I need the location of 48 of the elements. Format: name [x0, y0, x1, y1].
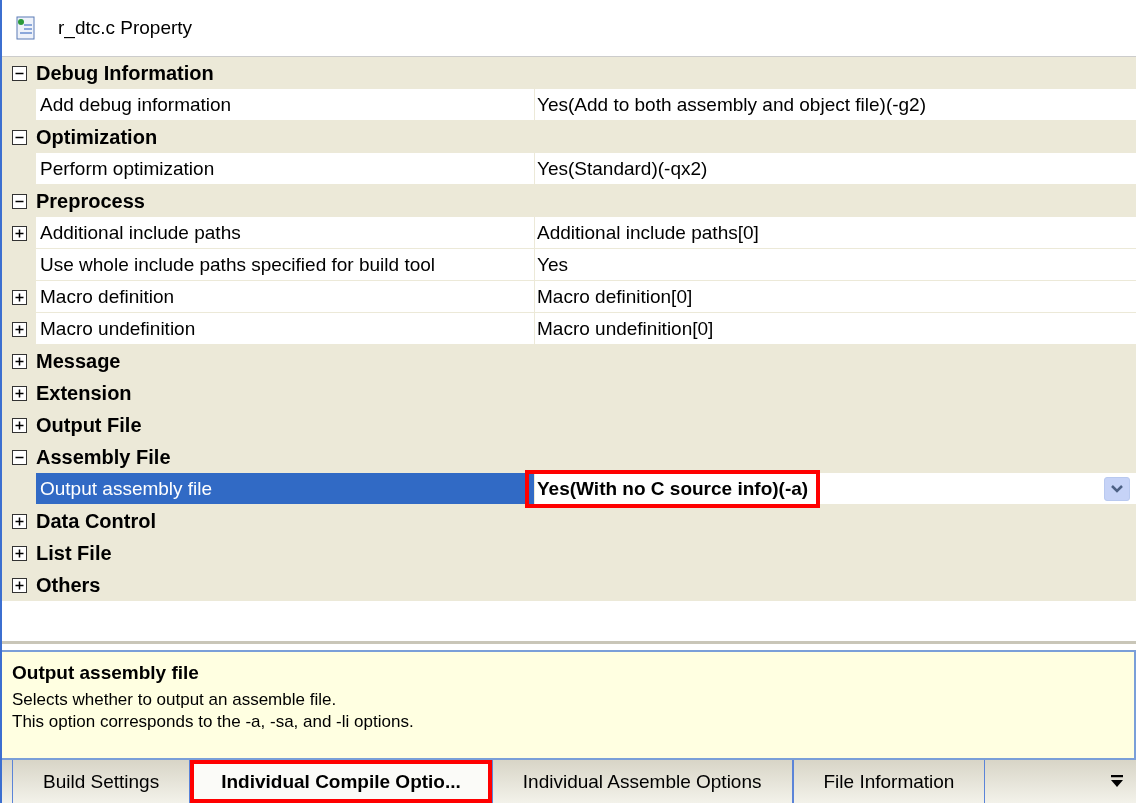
property-name[interactable]: Macro undefinition — [36, 313, 535, 345]
tab[interactable]: Individual Compile Optio... — [190, 760, 492, 803]
category-label[interactable]: List File — [36, 537, 112, 569]
description-text: Selects whether to output an assemble file. — [12, 690, 338, 710]
panel-title: r_dtc.c Property — [58, 17, 193, 39]
category-label[interactable]: Assembly File — [36, 441, 171, 473]
expand-icon[interactable] — [11, 289, 27, 305]
property-value: Yes — [536, 252, 569, 277]
property-name[interactable]: Use whole include paths specified for build tool — [36, 249, 535, 281]
property-name[interactable]: Add debug information — [36, 89, 535, 121]
property-name[interactable]: Output assembly file — [36, 473, 535, 505]
dropdown-button[interactable] — [1104, 476, 1130, 501]
tab[interactable]: Individual Assemble Options — [491, 760, 793, 803]
tab[interactable]: File Information — [792, 760, 986, 803]
property-value: Yes(Standard)(-qx2) — [536, 156, 709, 181]
category-label[interactable]: Optimization — [36, 121, 158, 153]
chevron-down-icon — [1110, 483, 1124, 494]
property-value: Macro undefinition[0] — [536, 316, 715, 341]
category-label[interactable]: Output File — [36, 409, 142, 441]
property-name[interactable]: Additional include paths — [36, 217, 535, 249]
expand-icon[interactable] — [11, 513, 27, 529]
expand-icon[interactable] — [11, 417, 27, 433]
expand-icon[interactable] — [11, 577, 27, 593]
category-label[interactable]: Others — [36, 569, 101, 601]
property-value: Yes(With no C source info)(-a) — [525, 469, 821, 508]
description-text: This option corresponds to the -a, -sa, and -li options. — [12, 712, 415, 732]
property-value: Additional include paths[0] — [536, 220, 760, 245]
property-name[interactable]: Perform optimization — [36, 153, 535, 185]
property-value: Macro definition[0] — [536, 284, 694, 309]
collapse-icon[interactable] — [11, 449, 27, 465]
expand-icon[interactable] — [11, 385, 27, 401]
property-name[interactable]: Macro definition — [36, 281, 535, 313]
expand-icon[interactable] — [11, 225, 27, 241]
expand-icon[interactable] — [11, 321, 27, 337]
c-file-icon — [16, 16, 36, 40]
menu-arrow-icon — [1110, 774, 1124, 789]
category-label[interactable]: Message — [36, 345, 121, 377]
category-label[interactable]: Preprocess — [36, 185, 145, 217]
expand-icon[interactable] — [11, 545, 27, 561]
collapse-icon[interactable] — [11, 129, 27, 145]
category-label[interactable]: Extension — [36, 377, 132, 409]
category-label[interactable]: Debug Information — [36, 57, 214, 89]
category-label[interactable]: Data Control — [36, 505, 156, 537]
description-title: Output assembly file — [12, 662, 200, 684]
collapse-icon[interactable] — [11, 65, 27, 81]
expand-icon[interactable] — [11, 353, 27, 369]
collapse-icon[interactable] — [11, 193, 27, 209]
property-value: Yes(Add to both assembly and object file)(-g2) — [536, 92, 927, 117]
